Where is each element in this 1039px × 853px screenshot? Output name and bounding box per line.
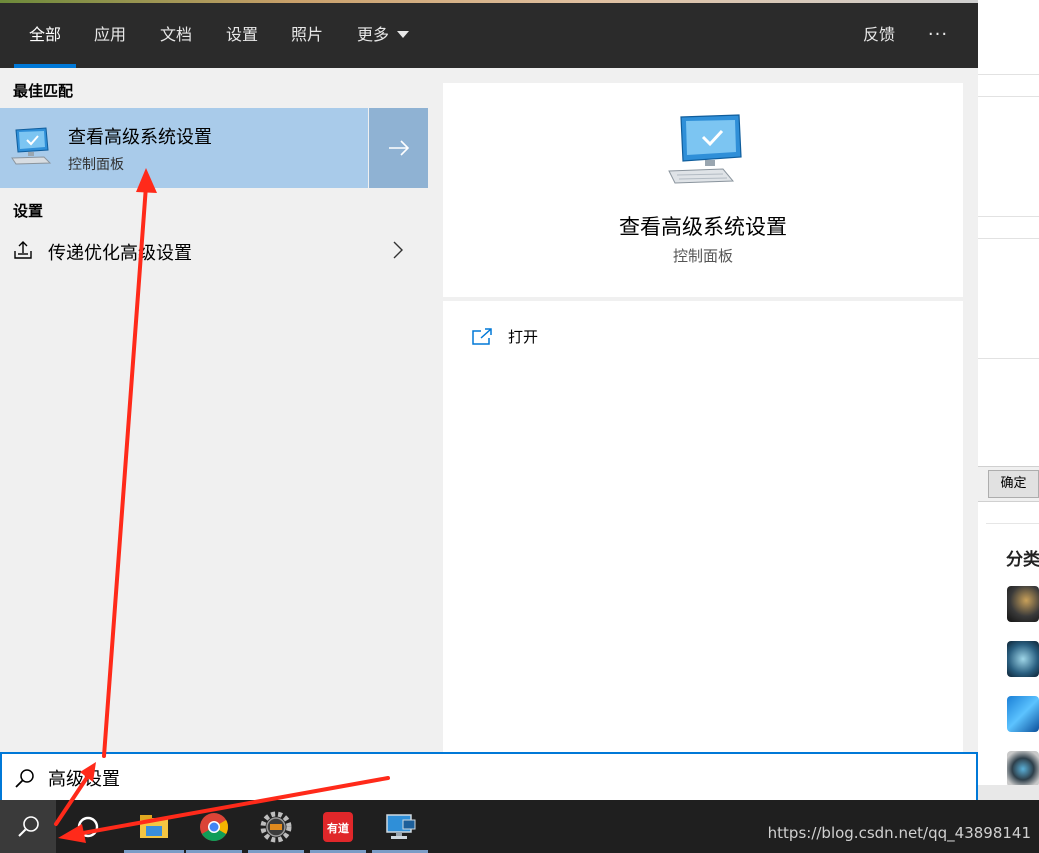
- open-action-label: 打开: [508, 328, 539, 346]
- best-match-title: 查看高级系统设置: [68, 127, 212, 148]
- category-panel-title: 分类: [1006, 550, 1039, 570]
- file-explorer-button[interactable]: [124, 800, 184, 853]
- results-pane: 最佳匹配 查看高级系统设置 控制面板 设置 传递优化高级设置: [0, 68, 428, 752]
- search-tab-bar: 全部 应用 文档 设置 照片 更多 反馈 ···: [0, 3, 978, 68]
- search-icon: [15, 769, 34, 788]
- cortana-icon: [77, 816, 99, 838]
- remote-desktop-icon: [386, 814, 416, 839]
- divider: [978, 216, 1039, 217]
- youdao-icon: 有道: [323, 812, 353, 842]
- search-icon: [18, 816, 39, 837]
- tab-apps[interactable]: 应用: [84, 3, 136, 68]
- tab-label: 设置: [225, 25, 258, 44]
- chrome-icon: [200, 813, 228, 841]
- remote-desktop-button[interactable]: [372, 800, 428, 853]
- tab-photos[interactable]: 照片: [281, 3, 333, 68]
- search-input[interactable]: [48, 763, 948, 793]
- settings-heading: 设置: [13, 202, 44, 220]
- confirm-button[interactable]: 确定: [988, 470, 1039, 498]
- search-window: 全部 应用 文档 设置 照片 更多 反馈 ··· 最佳匹配 查看高级系统设置 控…: [0, 3, 978, 802]
- chevron-down-icon: [397, 30, 409, 38]
- divider: [978, 358, 1039, 359]
- tab-label: 文档: [159, 25, 192, 44]
- divider: [978, 238, 1039, 239]
- taskbar-search-button[interactable]: [0, 800, 56, 853]
- tab-more[interactable]: 更多: [348, 3, 418, 68]
- category-thumbnail[interactable]: [1007, 751, 1039, 787]
- monitor-check-icon: [11, 127, 52, 165]
- arrow-right-icon: [389, 140, 410, 156]
- more-options-label: ···: [927, 24, 949, 45]
- gear-app-icon: [260, 811, 292, 843]
- tab-label: 全部: [28, 25, 61, 44]
- chevron-right-icon: [393, 241, 403, 259]
- monitor-check-icon: [668, 114, 742, 184]
- file-explorer-icon: [140, 815, 168, 838]
- tab-all[interactable]: 全部: [14, 3, 76, 68]
- chrome-button[interactable]: [186, 800, 242, 853]
- settings-result-label: 传递优化高级设置: [48, 243, 192, 264]
- youdao-button[interactable]: 有道: [310, 800, 366, 853]
- category-thumbnail[interactable]: [1007, 586, 1039, 622]
- best-match-result[interactable]: 查看高级系统设置 控制面板: [0, 108, 428, 188]
- horizontal-scrollbar[interactable]: [978, 785, 1039, 801]
- tab-documents[interactable]: 文档: [150, 3, 202, 68]
- upload-tray-icon: [14, 241, 32, 259]
- tab-label: 照片: [290, 25, 323, 44]
- cortana-button[interactable]: [60, 800, 116, 853]
- best-match-subtitle: 控制面板: [68, 157, 124, 173]
- preview-card: 查看高级系统设置 控制面板: [443, 83, 963, 297]
- search-box[interactable]: [0, 752, 978, 802]
- divider: [978, 74, 1039, 75]
- tab-label: 应用: [93, 25, 126, 44]
- category-thumbnail[interactable]: [1007, 641, 1039, 677]
- more-options-button[interactable]: ···: [918, 3, 958, 68]
- open-details-button[interactable]: [368, 108, 428, 188]
- gear-app-button[interactable]: [248, 800, 304, 853]
- preview-subtitle: 控制面板: [672, 247, 733, 265]
- feedback-label: 反馈: [862, 25, 895, 44]
- actions-card: 打开: [443, 301, 963, 752]
- open-external-icon: [472, 328, 492, 345]
- feedback-button[interactable]: 反馈: [852, 3, 906, 68]
- category-thumbnail[interactable]: [1007, 696, 1039, 732]
- watermark-url: https://blog.csdn.net/qq_43898141: [767, 824, 1031, 842]
- preview-title: 查看高级系统设置: [619, 215, 787, 239]
- best-match-heading: 最佳匹配: [13, 82, 74, 100]
- tab-settings[interactable]: 设置: [216, 3, 268, 68]
- svg-text:有道: 有道: [327, 821, 349, 835]
- tab-label: 更多: [356, 25, 389, 44]
- divider: [978, 96, 1039, 97]
- taskbar: 有道 https://blog.csdn.net/qq_43898141: [0, 800, 1039, 853]
- settings-result-item[interactable]: 传递优化高级设置: [0, 230, 428, 270]
